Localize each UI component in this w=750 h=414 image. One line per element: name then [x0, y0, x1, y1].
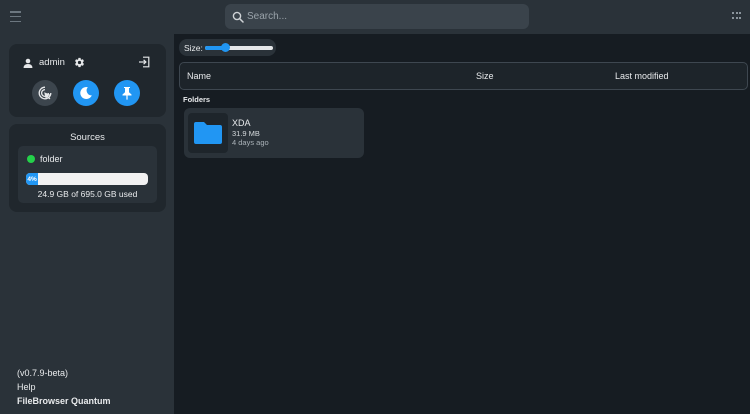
view-mode-icon[interactable]	[732, 12, 741, 20]
column-modified[interactable]: Last modified	[615, 71, 669, 81]
status-dot	[27, 155, 35, 163]
section-label-folders: Folders	[183, 95, 211, 104]
list-header: Name Size Last modified	[179, 62, 748, 90]
search-icon	[232, 11, 244, 23]
help-link[interactable]: Help	[17, 380, 111, 394]
username[interactable]: admin	[39, 57, 65, 68]
size-slider[interactable]	[204, 43, 273, 52]
dark-mode-button[interactable]	[73, 80, 99, 106]
sources-card: Sources folder 4% 24.9 GB of 695.0 GB us…	[9, 124, 166, 212]
item-modified: 4 days ago	[232, 138, 269, 147]
usage-bar: 4%	[26, 173, 148, 185]
source-item[interactable]: folder 4% 24.9 GB of 695.0 GB used	[18, 146, 157, 203]
source-name: folder	[40, 154, 63, 164]
user-icon	[23, 58, 33, 68]
logout-icon[interactable]	[138, 56, 150, 68]
usage-text: 24.9 GB of 695.0 GB used	[37, 189, 138, 199]
user-card: admin	[9, 44, 166, 117]
list-item[interactable]: XDA 31.9 MB 4 days ago	[184, 108, 364, 158]
item-size: 31.9 MB	[232, 129, 260, 138]
gear-icon[interactable]	[74, 57, 85, 68]
touch-icon	[38, 86, 52, 100]
menu-icon[interactable]	[10, 11, 21, 22]
size-slider-thumb[interactable]	[220, 43, 230, 52]
column-name[interactable]: Name	[187, 71, 211, 81]
folder-icon	[194, 122, 222, 144]
search-input[interactable]	[247, 11, 507, 22]
item-name: XDA	[232, 118, 251, 128]
brand-link[interactable]: FileBrowser Quantum	[17, 394, 111, 408]
click-mode-button[interactable]	[32, 80, 58, 106]
size-label: Size:	[184, 42, 203, 53]
sidebar: admin Sources folder 4% 24.9 GB of 695.0…	[0, 34, 174, 414]
usage-bar-fill: 4%	[26, 173, 39, 185]
top-bar	[0, 0, 750, 34]
size-control: Size:	[179, 39, 276, 56]
moon-icon	[80, 87, 92, 100]
sources-title: Sources	[70, 132, 105, 143]
folder-icon-wrap	[188, 113, 228, 153]
version-text: (v0.7.9-beta)	[17, 368, 69, 378]
sidebar-footer: (v0.7.9-beta) Help FileBrowser Quantum	[17, 366, 111, 408]
sticky-sidebar-button[interactable]	[114, 80, 140, 106]
column-size[interactable]: Size	[476, 71, 494, 81]
pin-icon	[122, 87, 132, 100]
search-bar[interactable]	[225, 4, 529, 29]
